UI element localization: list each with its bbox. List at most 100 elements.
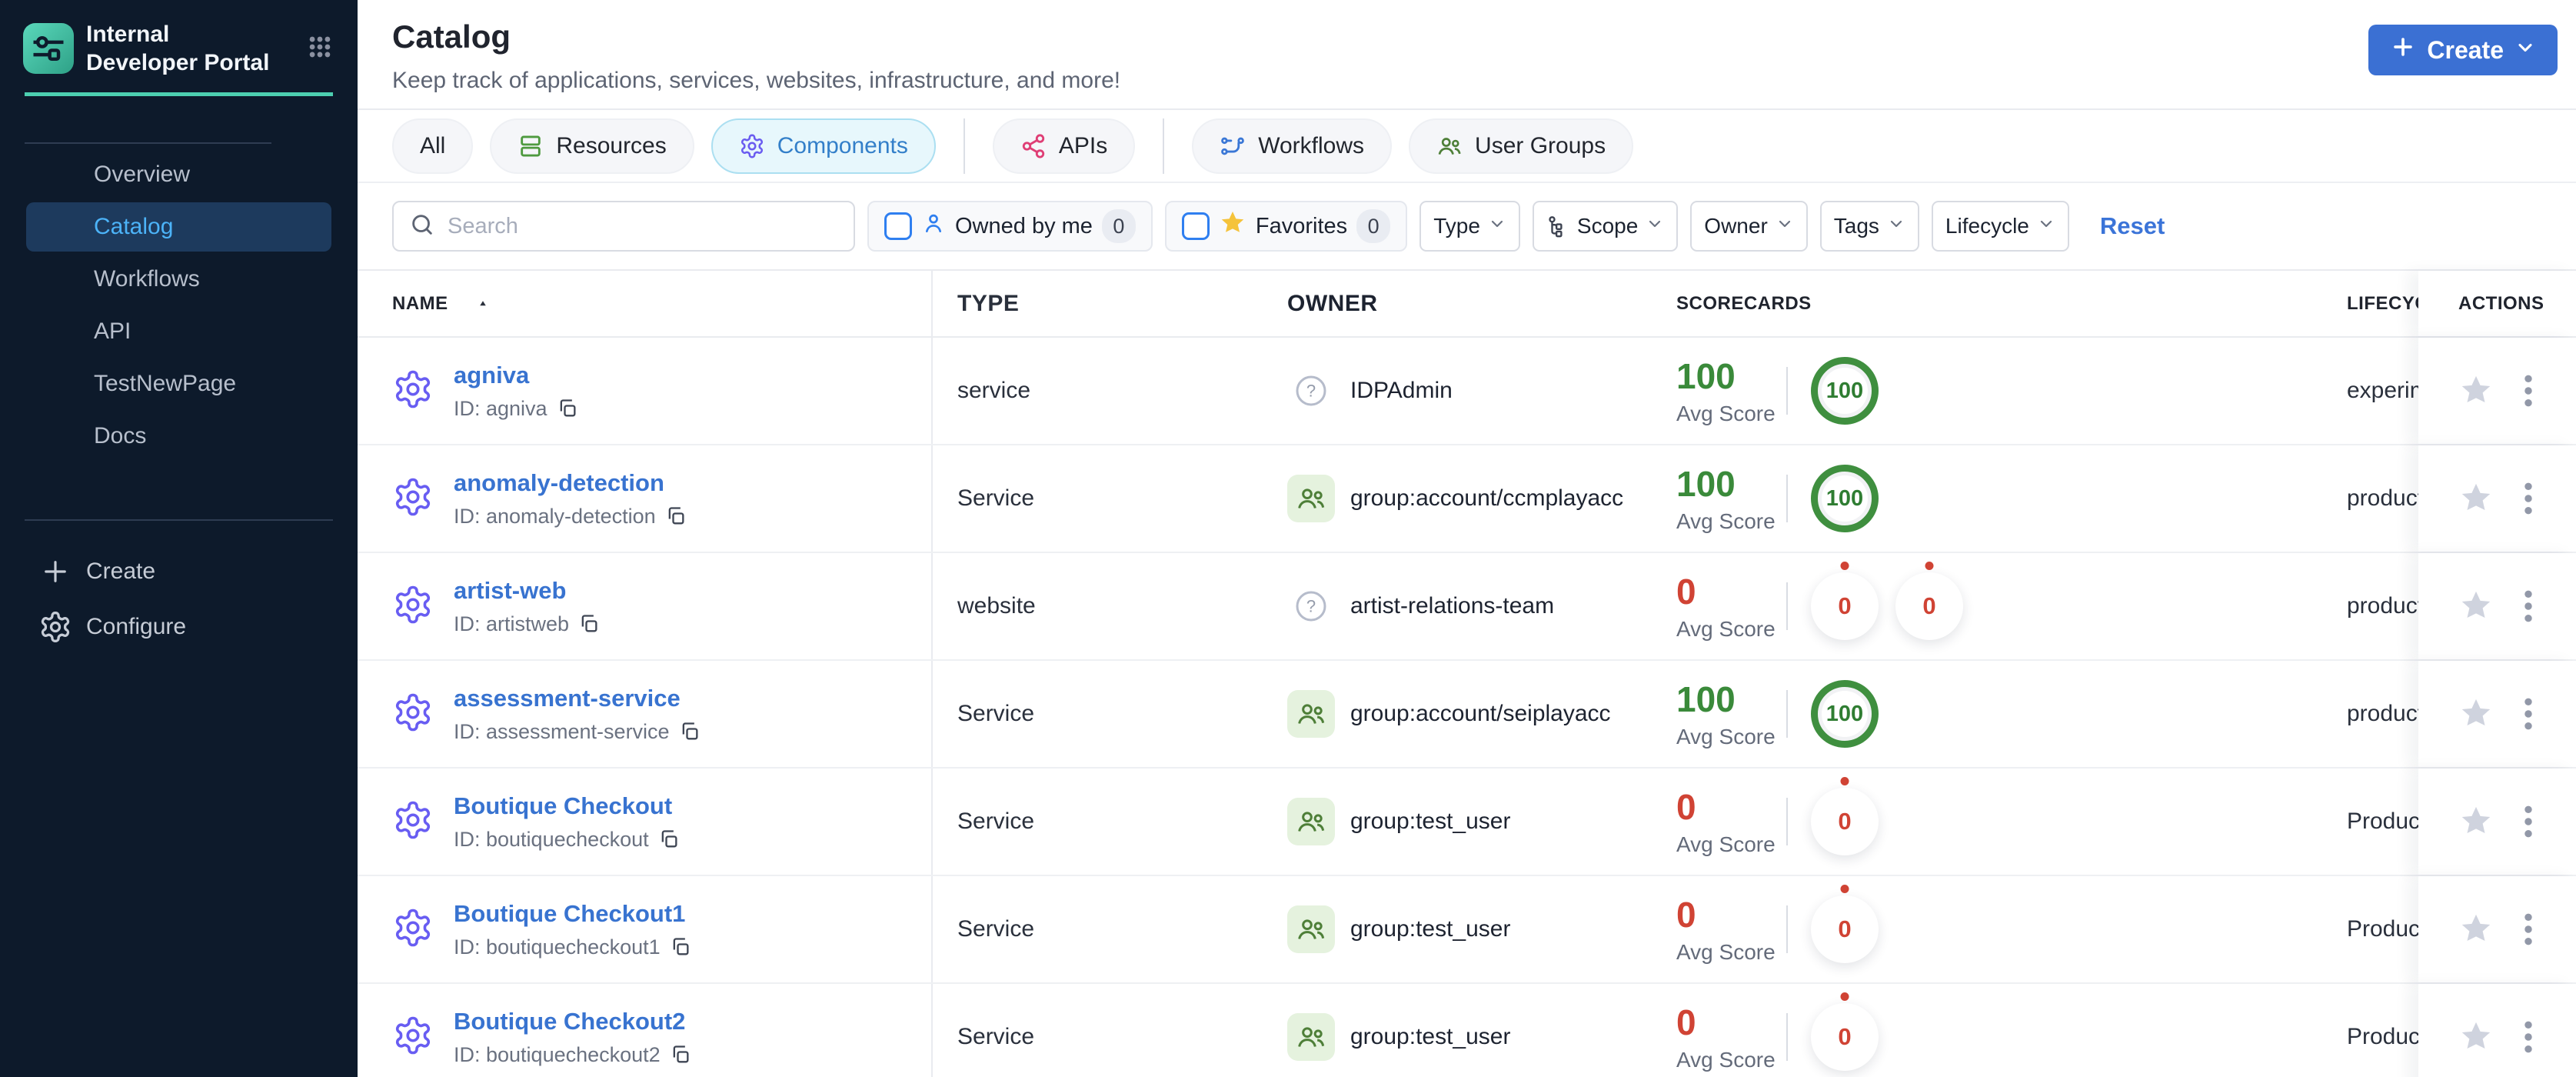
lifecycle-dropdown[interactable]: Lifecycle	[1931, 201, 2069, 252]
sidebar-footer-configure[interactable]: Configure	[0, 602, 331, 652]
component-name-link[interactable]: assessment-service	[454, 685, 701, 712]
copy-icon[interactable]	[658, 829, 680, 850]
scorecard-badge[interactable]: 100	[1811, 465, 1879, 532]
score-separator	[1786, 475, 1788, 522]
tab-all[interactable]: All	[392, 118, 474, 174]
scope-dropdown[interactable]: Scope	[1532, 201, 1679, 252]
scorecard-badge-value: 0	[1838, 915, 1852, 942]
scorecard-badge[interactable]: 100	[1811, 357, 1879, 425]
scorecard-badges: 100	[1811, 357, 1879, 425]
row-menu-icon[interactable]	[2523, 589, 2534, 623]
scorecard-badge[interactable]: 0	[1811, 1003, 1879, 1071]
copy-icon[interactable]	[679, 721, 701, 742]
question-icon: ?	[1287, 367, 1335, 415]
owned-by-me-checkbox[interactable]	[884, 212, 912, 240]
avg-score-value: 0	[1676, 1002, 1696, 1042]
scorecard-badge[interactable]: 100	[1811, 680, 1879, 748]
tab-resources[interactable]: Resources	[490, 118, 694, 174]
dropdown-label: Tags	[1833, 214, 1879, 238]
scorecard-badge-value: 100	[1825, 701, 1864, 726]
row-menu-icon[interactable]	[2523, 697, 2534, 731]
table-row: artist-web ID: artistweb website ? artis…	[358, 553, 2576, 661]
scorecard-badges: 0	[1811, 788, 1879, 855]
row-menu-icon[interactable]	[2523, 374, 2534, 408]
copy-icon[interactable]	[557, 398, 578, 419]
tab-user-groups[interactable]: User Groups	[1409, 118, 1634, 174]
score-separator	[1786, 798, 1788, 845]
main-content: Catalog Keep track of applications, serv…	[358, 0, 2576, 1077]
app-grid-icon[interactable]	[307, 34, 333, 64]
scorecard-badge[interactable]: 0	[1811, 572, 1879, 640]
copy-icon[interactable]	[665, 505, 687, 527]
favorite-star-icon[interactable]	[2458, 481, 2494, 516]
favorite-star-icon[interactable]	[2458, 912, 2494, 947]
owner-dropdown[interactable]: Owner	[1690, 201, 1808, 252]
group-icon	[1287, 1013, 1335, 1061]
favorite-star-icon[interactable]	[2458, 373, 2494, 408]
tab-workflows[interactable]: Workflows	[1192, 118, 1393, 174]
sidebar-item-api[interactable]: API	[26, 307, 331, 356]
row-menu-icon[interactable]	[2523, 912, 2534, 946]
group-icon	[1287, 475, 1335, 522]
favorite-star-icon[interactable]	[2458, 804, 2494, 839]
page-header: Catalog Keep track of applications, serv…	[358, 0, 2576, 110]
favorite-star-icon[interactable]	[2458, 696, 2494, 732]
scorecard-badge[interactable]: 0	[1811, 788, 1879, 855]
sidebar-item-overview[interactable]: Overview	[26, 150, 331, 199]
component-id: ID: assessment-service	[454, 719, 670, 743]
column-header-name[interactable]: NAME	[358, 271, 933, 336]
row-menu-icon[interactable]	[2523, 1020, 2534, 1054]
tab-components[interactable]: Components	[711, 118, 936, 174]
component-name-link[interactable]: Boutique Checkout2	[454, 1008, 691, 1035]
sidebar-divider-bottom	[25, 519, 333, 521]
tab-apis[interactable]: APIs	[992, 118, 1136, 174]
copy-icon[interactable]	[670, 1044, 691, 1065]
table-row: anomaly-detection ID: anomaly-detection …	[358, 445, 2576, 553]
table-body: agniva ID: agniva service ? IDPAdmin 100…	[358, 338, 2576, 1077]
component-name-link[interactable]: Boutique Checkout	[454, 792, 680, 820]
plus-icon	[38, 555, 72, 588]
sidebar-item-workflows[interactable]: Workflows	[26, 255, 331, 304]
component-lifecycle: production	[2347, 485, 2418, 511]
component-name-link[interactable]: Boutique Checkout1	[454, 900, 691, 928]
scorecard-badge-value: 100	[1825, 378, 1864, 403]
page-subtitle: Keep track of applications, services, we…	[392, 68, 1121, 93]
chevron-down-icon	[2037, 214, 2055, 238]
owner-name: group:test_user	[1350, 809, 1511, 834]
favorite-star-icon[interactable]	[2458, 1019, 2494, 1055]
sidebar-item-docs[interactable]: Docs	[26, 412, 331, 461]
sidebar-item-testnewpage[interactable]: TestNewPage	[26, 359, 331, 408]
sidebar-footer-label: Configure	[86, 614, 187, 639]
tags-dropdown[interactable]: Tags	[1819, 201, 1919, 252]
component-id: ID: anomaly-detection	[454, 504, 656, 528]
reset-filters-link[interactable]: Reset	[2100, 212, 2165, 240]
column-header-actions: ACTIONS	[2418, 271, 2576, 336]
favorites-filter: Favorites 0	[1164, 201, 1408, 252]
scorecard-badges: 100	[1811, 680, 1879, 748]
component-name-link[interactable]: agniva	[454, 362, 578, 389]
copy-icon[interactable]	[670, 936, 691, 958]
scorecard-badge[interactable]: 0	[1811, 895, 1879, 963]
sidebar-item-catalog[interactable]: Catalog	[26, 202, 331, 252]
favorites-checkbox[interactable]	[1181, 212, 1210, 240]
copy-icon[interactable]	[578, 613, 600, 635]
sidebar-footer-create[interactable]: Create	[0, 547, 331, 596]
owner-name: group:test_user	[1350, 1024, 1511, 1049]
scorecard-badge-value: 100	[1825, 485, 1864, 511]
search-input[interactable]	[448, 213, 838, 239]
owner-name: group:account/seiplayacc	[1350, 701, 1611, 726]
type-dropdown[interactable]: Type	[1419, 201, 1520, 252]
row-menu-icon[interactable]	[2523, 805, 2534, 839]
table-row: Boutique Checkout1 ID: boutiquecheckout1…	[358, 876, 2576, 984]
create-button[interactable]: Create	[2368, 25, 2558, 75]
favorite-star-icon[interactable]	[2458, 589, 2494, 624]
component-type: Service	[957, 485, 1035, 511]
column-header-lifecycle: LIFECYCLE	[2347, 292, 2418, 314]
tab-label: APIs	[1058, 132, 1108, 158]
group-icon	[1287, 798, 1335, 845]
owner-name: IDPAdmin	[1350, 378, 1453, 403]
scorecard-badge[interactable]: 0	[1895, 572, 1963, 640]
component-name-link[interactable]: artist-web	[454, 577, 600, 605]
row-menu-icon[interactable]	[2523, 482, 2534, 515]
component-name-link[interactable]: anomaly-detection	[454, 469, 687, 497]
